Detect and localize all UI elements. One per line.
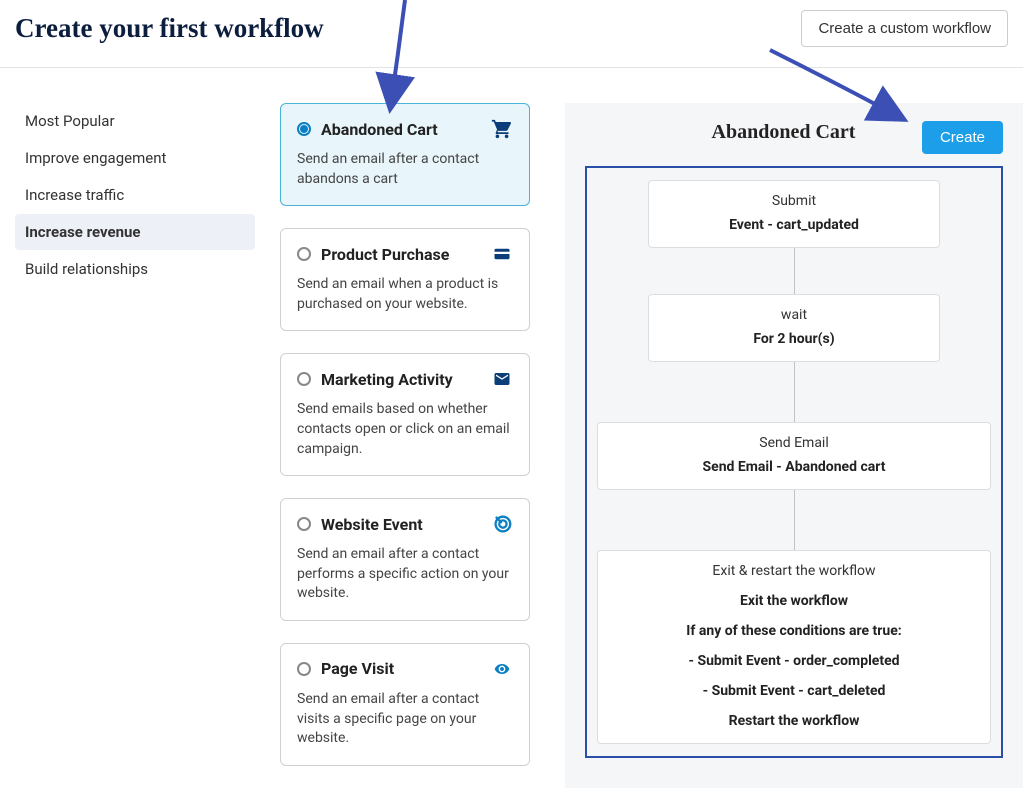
radio-icon[interactable] (297, 517, 311, 531)
template-list: Abandoned Cart Send an email after a con… (280, 103, 530, 788)
card-title: Abandoned Cart (321, 120, 491, 139)
radio-icon[interactable] (297, 662, 311, 676)
card-header: Abandoned Cart (297, 118, 513, 140)
flow-node-wait: wait For 2 hour(s) (648, 294, 940, 362)
radio-icon[interactable] (297, 247, 311, 261)
workflow-preview-panel: Abandoned Cart Create Submit Event - car… (565, 103, 1023, 788)
preview-title: Abandoned Cart (585, 121, 922, 144)
exit-line: Restart the workflow (608, 713, 980, 729)
node-type: wait (659, 307, 929, 323)
sidebar-item-improve-engagement[interactable]: Improve engagement (15, 140, 255, 176)
template-card-website-event[interactable]: Website Event Send an email after a cont… (280, 498, 530, 621)
card-title: Product Purchase (321, 245, 491, 264)
create-custom-workflow-button[interactable]: Create a custom workflow (801, 10, 1008, 47)
exit-line: Exit the workflow (608, 593, 980, 609)
exit-line: If any of these conditions are true: (608, 623, 980, 639)
preview-header: Abandoned Cart Create (585, 121, 1003, 154)
flow-node-send-email: Send Email Send Email - Abandoned cart (597, 422, 991, 490)
template-card-page-visit[interactable]: Page Visit Send an email after a contact… (280, 643, 530, 766)
node-type: Send Email (608, 435, 980, 451)
sidebar-item-build-relationships[interactable]: Build relationships (15, 251, 255, 287)
card-header: Page Visit (297, 658, 513, 680)
sidebar-item-increase-revenue[interactable]: Increase revenue (15, 214, 255, 250)
node-detail: Send Email - Abandoned cart (608, 459, 980, 475)
template-card-product-purchase[interactable]: Product Purchase Send an email when a pr… (280, 228, 530, 331)
sidebar-item-label: Improve engagement (25, 149, 166, 167)
card-title: Page Visit (321, 659, 491, 678)
credit-card-icon (491, 243, 513, 265)
eye-icon (491, 658, 513, 680)
mail-icon (491, 368, 513, 390)
page-header: Create your first workflow Create a cust… (0, 0, 1023, 68)
card-header: Website Event (297, 513, 513, 535)
main-content: Most Popular Improve engagement Increase… (0, 68, 1023, 788)
flow-node-submit: Submit Event - cart_updated (648, 180, 940, 248)
card-description: Send an email after a contact abandons a… (297, 150, 513, 189)
node-detail: Event - cart_updated (659, 217, 929, 233)
node-type: Exit & restart the workflow (608, 563, 980, 579)
card-title: Website Event (321, 515, 491, 534)
card-description: Send emails based on whether contacts op… (297, 400, 513, 459)
card-header: Product Purchase (297, 243, 513, 265)
card-description: Send an email after a contact performs a… (297, 545, 513, 604)
radio-icon[interactable] (297, 122, 311, 136)
create-button[interactable]: Create (922, 121, 1003, 154)
card-title: Marketing Activity (321, 370, 491, 389)
target-icon (491, 513, 513, 535)
category-sidebar: Most Popular Improve engagement Increase… (0, 103, 260, 788)
exit-line: - Submit Event - order_completed (608, 653, 980, 669)
sidebar-item-label: Build relationships (25, 260, 148, 278)
radio-icon[interactable] (297, 372, 311, 386)
flow-node-exit: Exit & restart the workflow Exit the wor… (597, 550, 991, 744)
page-title: Create your first workflow (15, 13, 324, 44)
template-card-abandoned-cart[interactable]: Abandoned Cart Send an email after a con… (280, 103, 530, 206)
template-card-marketing-activity[interactable]: Marketing Activity Send emails based on … (280, 353, 530, 476)
card-description: Send an email when a product is purchase… (297, 275, 513, 314)
connector-line (794, 362, 795, 422)
workflow-diagram: Submit Event - cart_updated wait For 2 h… (585, 166, 1003, 758)
sidebar-item-increase-traffic[interactable]: Increase traffic (15, 177, 255, 213)
node-detail: For 2 hour(s) (659, 331, 929, 347)
connector-line (794, 248, 795, 294)
connector-line (794, 490, 795, 550)
sidebar-item-label: Most Popular (25, 112, 115, 130)
card-description: Send an email after a contact visits a s… (297, 690, 513, 749)
node-type: Submit (659, 193, 929, 209)
sidebar-item-most-popular[interactable]: Most Popular (15, 103, 255, 139)
exit-line: - Submit Event - cart_deleted (608, 683, 980, 699)
cart-icon (491, 118, 513, 140)
sidebar-item-label: Increase traffic (25, 186, 124, 204)
card-header: Marketing Activity (297, 368, 513, 390)
sidebar-item-label: Increase revenue (25, 223, 141, 241)
